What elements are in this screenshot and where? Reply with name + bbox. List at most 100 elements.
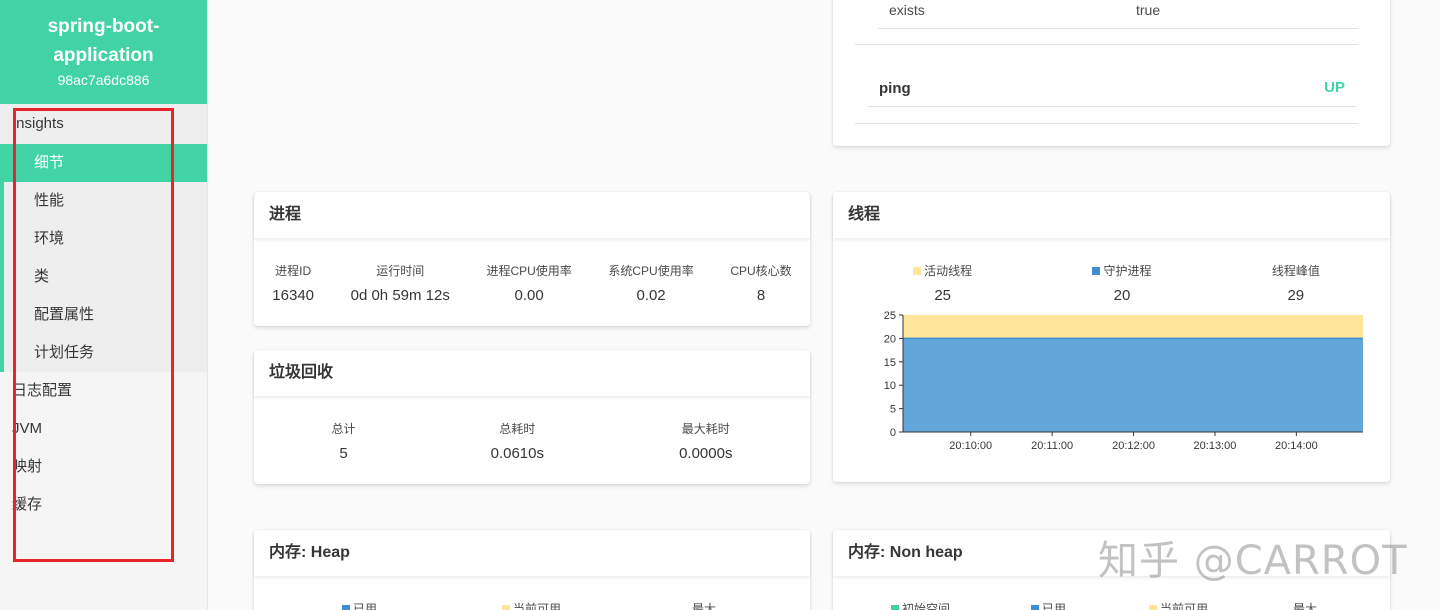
- app-name-line2: application: [53, 45, 154, 66]
- sidebar-item-caches[interactable]: 缓存: [0, 486, 207, 524]
- divider: [855, 123, 1358, 124]
- y-tick-label: 0: [890, 427, 896, 439]
- app-name-line1: spring-boot-: [47, 16, 160, 37]
- legend-label: 初始空间: [902, 602, 951, 610]
- process-stats: 进程ID 16340 运行时间 0d 0h 59m 12s 进程CPU使用率 0…: [254, 238, 810, 304]
- y-tick-label: 10: [884, 380, 896, 392]
- threads-stats: 活动线程 25 守护进程 20 线程峰值 29: [833, 238, 1390, 304]
- stat-value: 8: [756, 287, 766, 304]
- y-tick-label: 20: [884, 333, 896, 345]
- gc-stats: 总计 5 总耗时 0.0610s 最大耗时 0.0000s: [254, 396, 810, 462]
- stat-label: 总耗时: [499, 422, 536, 436]
- stat-label: 守护进程: [1092, 262, 1152, 279]
- legend-swatch-daemon: [1092, 267, 1101, 275]
- stat-gc-total-time: 总耗时 0.0610s: [491, 420, 544, 462]
- sidebar-item-beans[interactable]: 类: [0, 258, 207, 296]
- legend-label: 活动线程: [924, 264, 973, 278]
- x-tick-label: 20:11:00: [1031, 440, 1073, 452]
- legend-used: 已用: [1031, 600, 1066, 610]
- legend-label: 当前可用: [513, 602, 562, 610]
- stat-value: 29: [1287, 287, 1305, 304]
- stat-process-cpu: 进程CPU使用率 0.00: [486, 262, 571, 304]
- divider: [855, 44, 1358, 45]
- stat-gc-max-time: 最大耗时 0.0000s: [679, 420, 732, 462]
- gc-card-title: 垃圾回收: [254, 350, 810, 396]
- process-card-title: 进程: [254, 192, 810, 238]
- area-daemon-threads: [903, 338, 1363, 432]
- sidebar: spring-boot- application 98ac7a6dc886 In…: [0, 0, 208, 610]
- stat-value: 0.0000s: [679, 445, 733, 462]
- stat-value: 0.02: [636, 287, 666, 304]
- stat-label: 活动线程: [913, 262, 972, 279]
- health-ping-label: ping: [879, 80, 911, 97]
- stat-value: 0d 0h 59m 12s: [350, 287, 450, 304]
- stat-cpu-cores: CPU核心数 8: [730, 262, 791, 304]
- legend-committed: 当前可用: [502, 600, 561, 610]
- legend-max: 最大: [1293, 602, 1318, 610]
- stat-uptime: 运行时间 0d 0h 59m 12s: [351, 262, 450, 304]
- y-tick-label: 25: [884, 310, 896, 322]
- stat-label: 进程ID: [275, 264, 312, 278]
- sidebar-item-jvm[interactable]: JVM: [0, 410, 207, 448]
- stat-daemon-threads: 守护进程 20: [1092, 262, 1152, 304]
- stat-label: 线程峰值: [1271, 264, 1320, 278]
- legend-max: 最大: [692, 602, 717, 610]
- x-tick-label: 20:14:00: [1275, 440, 1318, 452]
- legend-swatch: [1031, 605, 1039, 610]
- stat-label: 进程CPU使用率: [486, 264, 572, 278]
- legend-swatch: [1149, 605, 1157, 610]
- legend-label: 已用: [1042, 602, 1067, 610]
- stat-value: 0.0610s: [490, 445, 544, 462]
- x-tick-label: 20:12:00: [1112, 440, 1155, 452]
- insights-group: Insights 细节 性能 环境 类 配置属性 计划任务: [0, 104, 207, 372]
- app-header[interactable]: spring-boot- application 98ac7a6dc886: [0, 0, 207, 104]
- legend-swatch-live: [913, 267, 922, 275]
- sidebar-item-metrics[interactable]: 性能: [0, 182, 207, 220]
- threads-area-chart: 0 5 10 15 20 25 20:10:00 20:11:00 20:12:00 20:13:…: [884, 310, 1363, 452]
- sidebar-item-loggers[interactable]: 日志配置: [0, 372, 207, 410]
- legend-used: 已用: [342, 600, 377, 610]
- health-exists-label: exists: [889, 2, 925, 18]
- watermark: 知乎 @CARROT: [1098, 538, 1408, 584]
- x-tick-label: 20:10:00: [949, 440, 992, 452]
- stat-label: 运行时间: [376, 264, 425, 278]
- stat-value: 5: [339, 445, 348, 462]
- sidebar-item-environment[interactable]: 环境: [0, 220, 207, 258]
- stat-gc-count: 总计 5: [332, 420, 356, 462]
- stat-label: 总计: [331, 422, 356, 436]
- stat-value: 20: [1113, 287, 1131, 304]
- y-tick-label: 15: [884, 357, 896, 369]
- stat-pid: 进程ID 16340: [272, 262, 314, 304]
- stat-label: 系统CPU使用率: [608, 264, 694, 278]
- health-exists-value: true: [1136, 2, 1161, 18]
- legend-label: 守护进程: [1103, 264, 1152, 278]
- stat-value: 25: [934, 287, 951, 304]
- legend-label: 已用: [353, 602, 378, 610]
- stat-system-cpu: 系统CPU使用率 0.02: [608, 262, 693, 304]
- sidebar-item-scheduled-tasks[interactable]: 计划任务: [0, 334, 207, 372]
- app-instance-id: 98ac7a6dc886: [57, 72, 150, 88]
- stat-value: 0.00: [514, 287, 544, 304]
- threads-card-title: 线程: [833, 192, 1390, 238]
- legend-committed: 当前可用: [1149, 600, 1208, 610]
- legend-swatch: [502, 605, 510, 610]
- divider: [868, 106, 1356, 107]
- stat-label: 最大耗时: [681, 422, 730, 436]
- sidebar-group-insights[interactable]: Insights: [0, 104, 207, 144]
- legend-label: 当前可用: [1160, 602, 1209, 610]
- threads-card: 线程 活动线程 25 守护进程 20 线程峰值 29 0 5 10 15 20 25 20:…: [833, 192, 1390, 482]
- x-tick-label: 20:13:00: [1194, 440, 1237, 452]
- y-tick-label: 5: [890, 404, 896, 416]
- health-card: exists true ping UP: [833, 0, 1390, 146]
- stat-value: 16340: [272, 287, 315, 304]
- sidebar-item-mappings[interactable]: 映射: [0, 448, 207, 486]
- stat-live-threads: 活动线程 25: [913, 262, 972, 304]
- legend-init: 初始空间: [891, 600, 950, 610]
- gc-card: 垃圾回收 总计 5 总耗时 0.0610s 最大耗时 0.0000s: [254, 350, 810, 484]
- process-card: 进程 进程ID 16340 运行时间 0d 0h 59m 12s 进程CPU使用…: [254, 192, 810, 326]
- stat-peak-threads: 线程峰值 29: [1272, 262, 1320, 304]
- sidebar-item-configprops[interactable]: 配置属性: [0, 296, 207, 334]
- sidebar-item-details[interactable]: 细节: [0, 144, 207, 182]
- health-ping-status: UP: [1324, 79, 1345, 96]
- memory-heap-card: 内存: Heap 已用 当前可用 最大: [254, 530, 810, 610]
